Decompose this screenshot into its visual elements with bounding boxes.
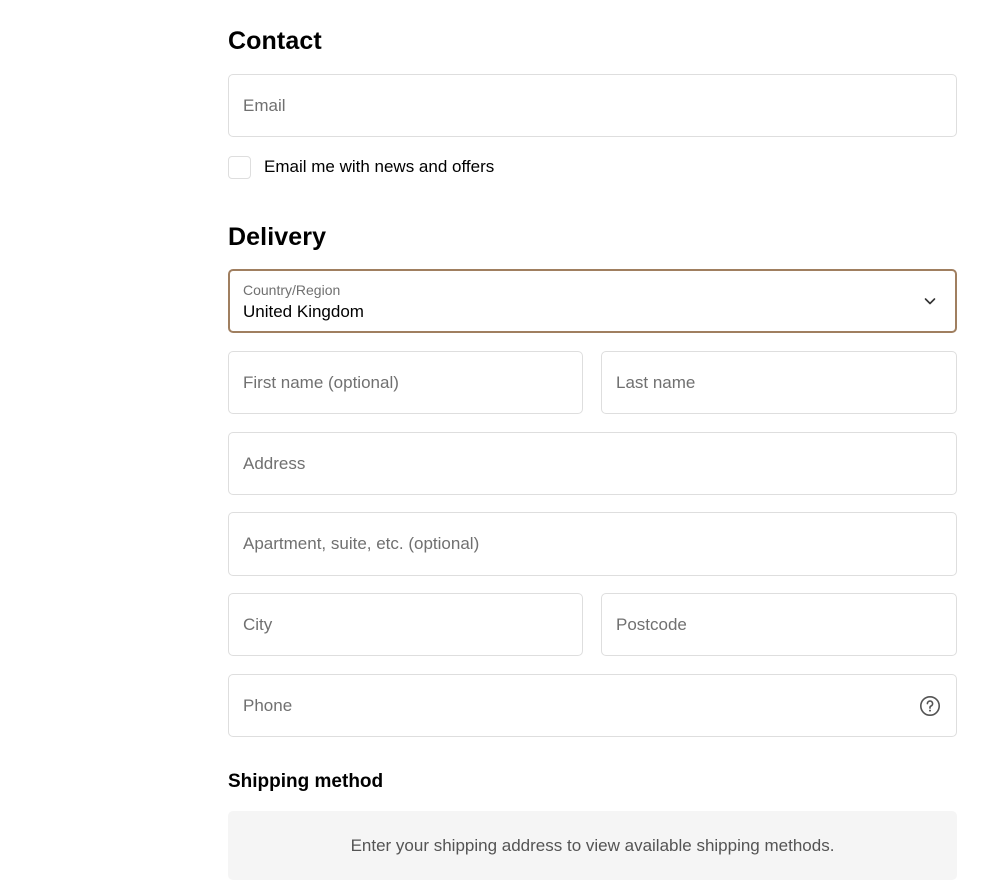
chevron-down-icon — [924, 298, 936, 305]
apartment-input[interactable] — [229, 513, 956, 575]
country-select-value: United Kingdom — [243, 302, 364, 321]
address-field-wrapper — [228, 432, 957, 495]
country-select[interactable]: Country/Region United Kingdom — [228, 269, 957, 333]
apartment-field-wrapper — [228, 512, 957, 576]
phone-field-wrapper — [228, 674, 957, 737]
first-name-input[interactable] — [229, 352, 582, 413]
first-name-field-wrapper — [228, 351, 583, 414]
delivery-heading: Delivery — [228, 223, 327, 251]
newsletter-label: Email me with news and offers — [264, 157, 495, 176]
last-name-input[interactable] — [602, 352, 956, 413]
postcode-input[interactable] — [602, 594, 956, 655]
shipping-method-notice: Enter your shipping address to view avai… — [228, 811, 957, 880]
help-circle-icon[interactable] — [919, 695, 941, 717]
city-field-wrapper — [228, 593, 583, 656]
city-input[interactable] — [229, 594, 582, 655]
email-field-wrapper — [228, 74, 957, 137]
country-select-label: Country/Region — [243, 282, 341, 298]
shipping-method-heading: Shipping method — [228, 771, 384, 792]
postcode-field-wrapper — [601, 593, 957, 656]
contact-heading: Contact — [228, 27, 322, 55]
email-input[interactable] — [229, 75, 956, 136]
shipping-method-message: Enter your shipping address to view avai… — [350, 835, 835, 855]
last-name-field-wrapper — [601, 351, 957, 414]
phone-input[interactable] — [229, 675, 956, 736]
newsletter-checkbox[interactable] — [228, 155, 251, 179]
newsletter-option[interactable]: Email me with news and offers — [228, 155, 494, 179]
address-input[interactable] — [229, 433, 956, 494]
